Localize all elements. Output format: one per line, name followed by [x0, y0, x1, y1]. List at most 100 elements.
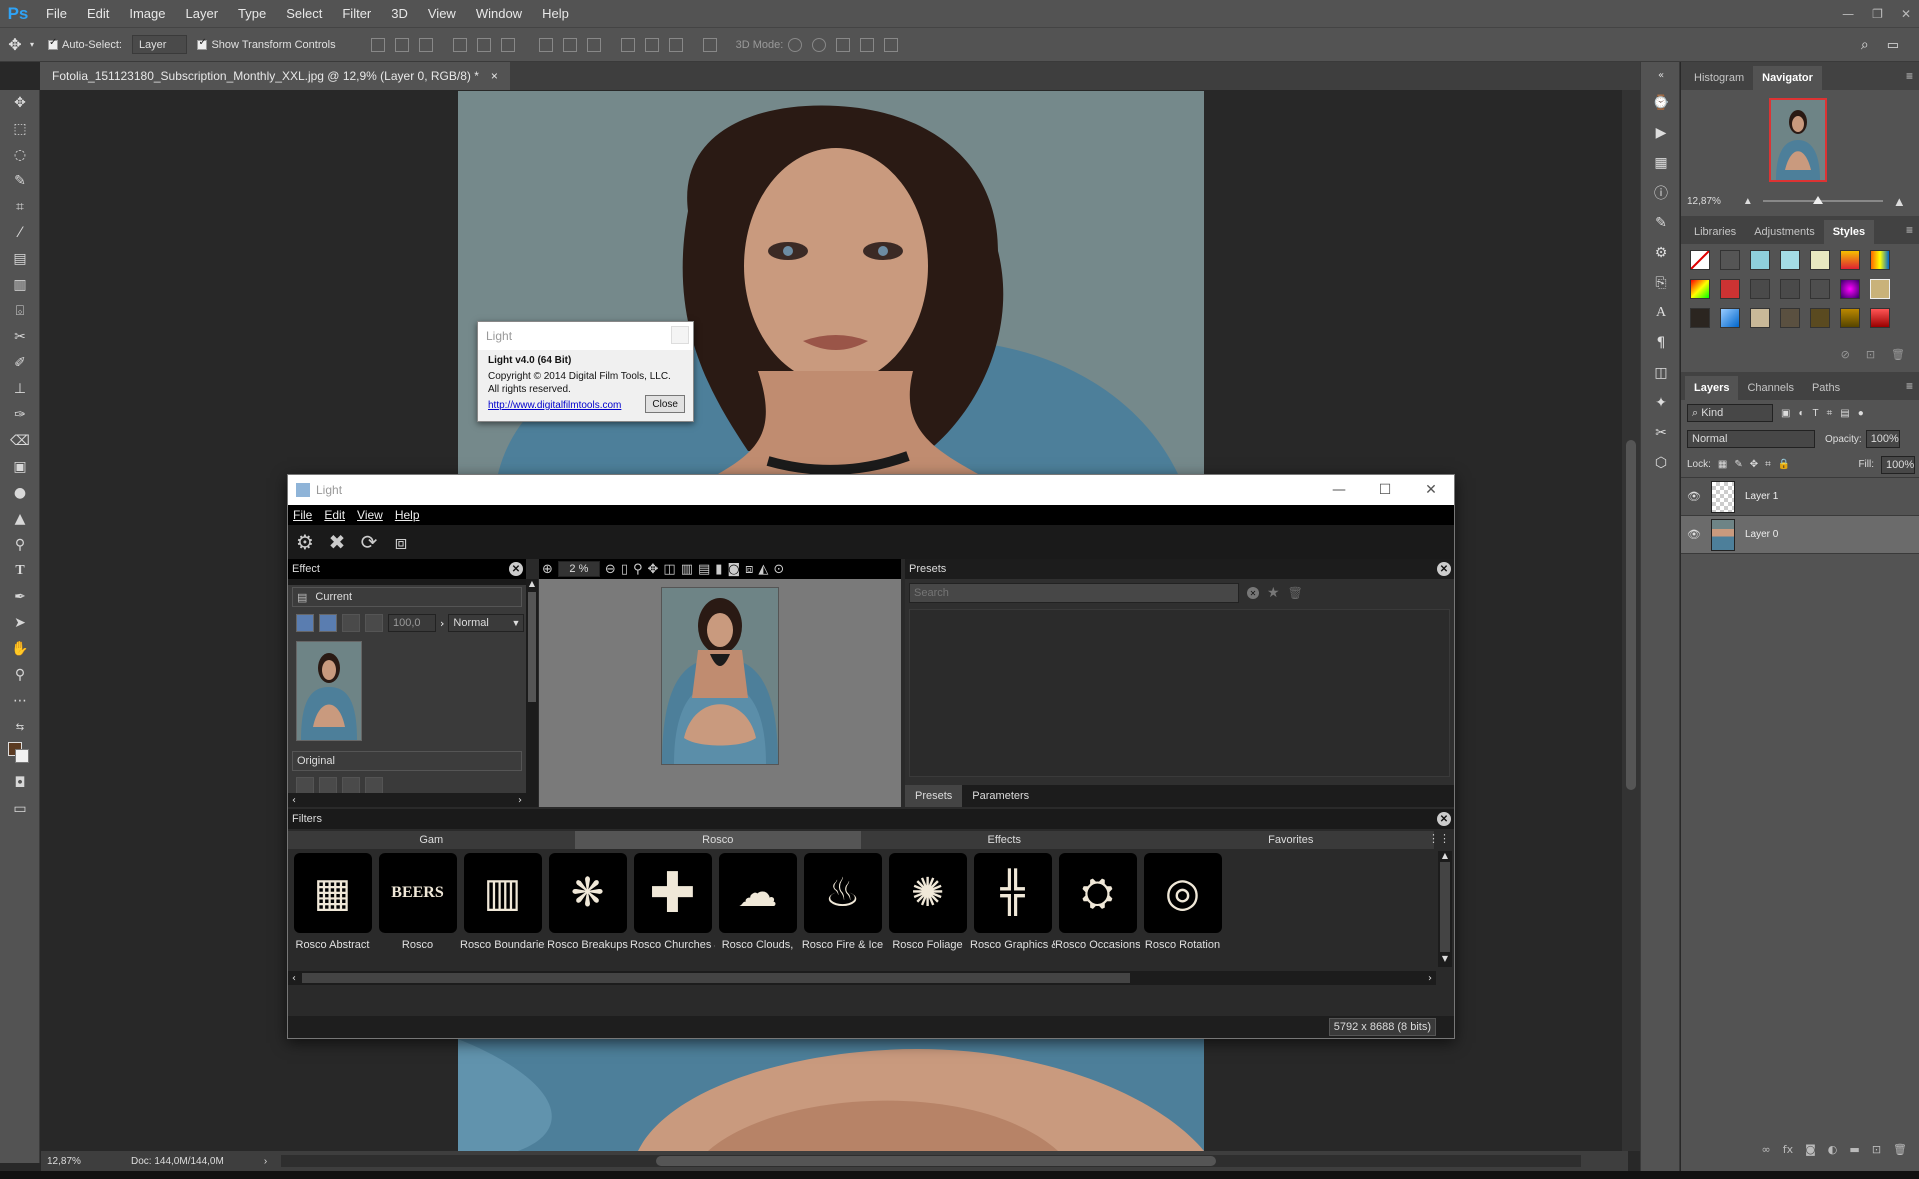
layer-name[interactable]: Layer 1	[1745, 491, 1778, 502]
tool-presets-icon[interactable]: ✂	[1641, 418, 1681, 448]
canvas-vertical-scrollbar[interactable]	[1622, 90, 1640, 1151]
style-swatch[interactable]	[1720, 279, 1740, 299]
filter-item[interactable]: ☁ Rosco Clouds,	[715, 853, 800, 975]
history-icon[interactable]: ⌚	[1641, 88, 1681, 118]
monitor-icon[interactable]	[319, 614, 337, 632]
menu-filter[interactable]: Filter	[332, 6, 381, 21]
refresh-icon[interactable]: ⟳	[356, 529, 382, 555]
style-swatch[interactable]	[1720, 250, 1740, 270]
style-swatch[interactable]	[1870, 279, 1890, 299]
effect-blend-dropdown[interactable]: Normal ▼	[448, 614, 525, 632]
clear-style-icon[interactable]: ⊘	[1841, 348, 1850, 368]
menu-file[interactable]: File	[36, 6, 77, 21]
search-icon[interactable]: ⌕	[1861, 36, 1869, 53]
auto-select-checkbox[interactable]	[48, 37, 59, 50]
about-dialog-close-icon[interactable]	[671, 326, 689, 344]
layer-row[interactable]: 👁 Layer 0	[1681, 516, 1919, 554]
clear-search-icon[interactable]: ✕	[1247, 587, 1259, 599]
single-view-icon[interactable]: ▮	[715, 562, 722, 577]
filter-toggle-icon[interactable]: ●	[1858, 408, 1864, 419]
style-swatch[interactable]	[1750, 279, 1770, 299]
tab-histogram[interactable]: Histogram	[1685, 66, 1753, 90]
tab-close-icon[interactable]: ×	[491, 69, 498, 83]
scrollbar-thumb[interactable]	[1626, 440, 1636, 790]
tab-rosco[interactable]: Rosco	[574, 831, 861, 849]
screen-mode-icon[interactable]: ▭	[0, 796, 40, 822]
split-side-icon[interactable]: ▥	[681, 562, 693, 577]
lock-transparent-icon[interactable]: ▦	[1718, 459, 1727, 470]
effect-close-icon[interactable]: ✕	[509, 562, 523, 576]
status-arrow-icon[interactable]: ›	[264, 1156, 267, 1167]
layer-filter-dropdown[interactable]: ⌕ Kind	[1687, 404, 1773, 422]
split-horizontal-icon[interactable]: ▤	[698, 562, 710, 577]
minimize-icon[interactable]: —	[1842, 7, 1854, 21]
brush-tool-icon[interactable]: ✐	[0, 350, 40, 376]
light-menu-help[interactable]: Help	[390, 508, 427, 522]
filter-item[interactable]: ▦ Rosco Abstract	[290, 853, 375, 975]
quick-select-tool-icon[interactable]: ✎	[0, 168, 40, 194]
document-tab[interactable]: Fotolia_151123180_Subscription_Monthly_X…	[40, 62, 510, 90]
distribute-vcenter-icon[interactable]	[562, 37, 577, 52]
menu-view[interactable]: View	[418, 6, 466, 21]
filter-shape-icon[interactable]: ⌗	[1827, 408, 1833, 419]
filter-pixel-icon[interactable]: ▣	[1781, 408, 1790, 419]
layer-name[interactable]: Layer 0	[1745, 529, 1778, 540]
grid-view-icon[interactable]: ⋮⋮	[1428, 832, 1450, 845]
path-select-tool-icon[interactable]: ➤	[0, 610, 40, 636]
menu-type[interactable]: Type	[228, 6, 276, 21]
zoom-out-icon[interactable]: ⊖	[605, 562, 616, 577]
zoom-in-icon[interactable]: ▲	[1893, 194, 1906, 209]
pen-tool-icon[interactable]: ✒	[0, 584, 40, 610]
zoom-out-icon[interactable]: ▲	[1743, 196, 1753, 207]
3d-drag-icon[interactable]	[836, 37, 851, 52]
light-menu-file[interactable]: File	[288, 508, 319, 522]
tab-layers[interactable]: Layers	[1685, 376, 1739, 400]
edit-effect-icon[interactable]	[296, 614, 314, 632]
scroll-down-icon[interactable]: ▼	[1438, 954, 1452, 963]
presets-close-icon[interactable]: ✕	[1437, 562, 1451, 576]
tab-styles[interactable]: Styles	[1823, 220, 1875, 244]
swap-colors-icon[interactable]: ⇆	[0, 714, 40, 740]
3d-roll-icon[interactable]	[812, 37, 827, 52]
healing-tool-icon[interactable]: ▤	[0, 246, 40, 272]
blur-tool-icon[interactable]: ●	[0, 480, 40, 506]
move-tool-icon[interactable]: ✥	[0, 35, 30, 55]
gradient-tool-icon[interactable]: ▣	[0, 454, 40, 480]
slider-handle[interactable]	[1812, 196, 1823, 204]
workspace-icon[interactable]: ▭	[1887, 37, 1899, 53]
light-menu-view[interactable]: View	[352, 508, 390, 522]
style-swatch[interactable]	[1690, 308, 1710, 328]
menu-image[interactable]: Image	[119, 6, 175, 21]
light-maximize-icon[interactable]: ☐	[1362, 475, 1408, 505]
ruler-tool-icon[interactable]: ▥	[0, 272, 40, 298]
apply-icon[interactable]: ⧈	[388, 529, 414, 555]
menu-window[interactable]: Window	[466, 6, 532, 21]
new-layer-icon[interactable]: ⊡	[1872, 1143, 1881, 1163]
filter-adjust-icon[interactable]: ◐	[1798, 408, 1804, 419]
horizontal-scrollbar[interactable]	[281, 1155, 1582, 1167]
distribute-right-icon[interactable]	[668, 37, 683, 52]
snapshot-icon[interactable]: ◙	[727, 562, 740, 577]
panel-menu-icon[interactable]: ≡	[1906, 223, 1913, 237]
preview-zoom-field[interactable]: 2 %	[557, 561, 600, 577]
presets-search-input[interactable]	[909, 583, 1239, 603]
auto-align-icon[interactable]	[702, 37, 717, 52]
crop-tool-icon[interactable]: ⌗	[0, 194, 40, 220]
scroll-left-icon[interactable]: ‹	[292, 795, 296, 806]
restore-icon[interactable]: ❐	[1872, 7, 1883, 21]
filter-item[interactable]: ▥ Rosco Boundaries	[460, 853, 545, 975]
light-minimize-icon[interactable]: —	[1316, 475, 1362, 505]
menu-layer[interactable]: Layer	[176, 6, 229, 21]
add-mask-icon[interactable]: ◙	[1805, 1143, 1816, 1163]
style-swatch[interactable]	[1780, 308, 1800, 328]
loupe-icon[interactable]: ⊙	[773, 562, 784, 577]
scrollbar-thumb[interactable]	[302, 973, 1130, 983]
perspective-tool-icon[interactable]: ⌺	[0, 298, 40, 324]
preview-canvas[interactable]	[539, 579, 901, 807]
background-color[interactable]	[15, 749, 29, 763]
tab-libraries[interactable]: Libraries	[1685, 220, 1745, 244]
fill-field[interactable]: 100%	[1881, 455, 1915, 474]
eraser-tool-icon[interactable]: ⌫	[0, 428, 40, 454]
lightning-icon[interactable]	[342, 614, 360, 632]
new-style-icon[interactable]: ⊡	[1866, 348, 1875, 368]
